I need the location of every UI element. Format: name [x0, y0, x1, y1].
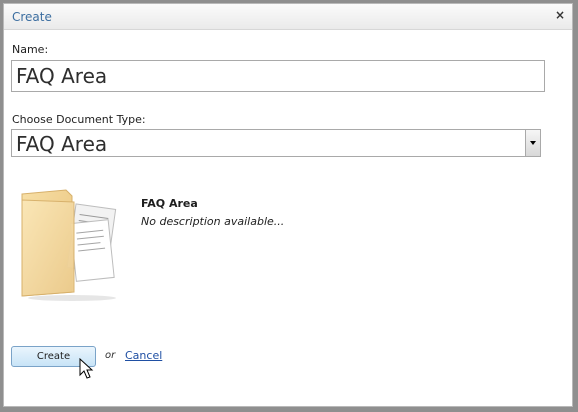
dialog-title: Create — [12, 10, 52, 24]
document-type-selected-value: FAQ Area — [16, 132, 108, 156]
folder-with-documents-icon — [21, 189, 117, 301]
mouse-pointer-icon — [79, 358, 94, 379]
cancel-link[interactable]: Cancel — [125, 349, 162, 362]
document-type-title: FAQ Area — [141, 197, 198, 210]
chevron-down-icon[interactable] — [525, 130, 540, 156]
document-type-label: Choose Document Type: — [12, 113, 146, 126]
name-input[interactable] — [11, 60, 545, 92]
document-type-select[interactable]: FAQ Area — [11, 129, 541, 157]
dialog-titlebar: Create × — [4, 4, 572, 30]
name-label: Name: — [12, 43, 49, 56]
document-type-description: No description available... — [141, 215, 285, 228]
or-text: or — [105, 350, 116, 361]
close-icon[interactable]: × — [555, 8, 565, 22]
